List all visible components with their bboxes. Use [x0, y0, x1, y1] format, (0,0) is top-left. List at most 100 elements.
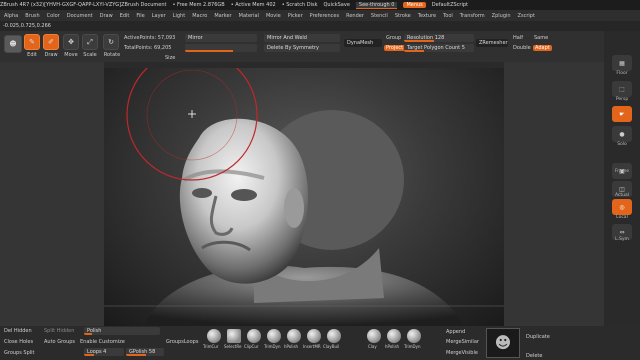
edit-label: Edit	[27, 52, 37, 58]
hpolish2-brush-icon[interactable]	[387, 329, 401, 343]
menu-draw[interactable]: Draw	[100, 13, 113, 19]
solo-label: Solo	[617, 142, 627, 147]
duplicate-button[interactable]: Duplicate	[526, 334, 550, 340]
local-icon: ◎	[619, 203, 625, 211]
menus-button[interactable]: Menus	[403, 2, 426, 8]
menu-layer[interactable]: Layer	[152, 13, 166, 19]
groups-split-button[interactable]: Groups Split	[4, 350, 35, 356]
solo-button[interactable]: ●	[612, 126, 632, 142]
menu-alpha[interactable]: Alpha	[4, 13, 18, 19]
dynamesh-button[interactable]: DynaMesh	[344, 39, 382, 47]
insertmesh-brush-icon[interactable]	[307, 329, 321, 343]
polish-slider[interactable]: Polish	[84, 327, 160, 335]
del-hidden-button[interactable]: Del Hidden	[4, 328, 32, 334]
split-hidden-button[interactable]: Split Hidden	[44, 328, 74, 334]
edit-icon: ✎	[29, 38, 35, 46]
double-button[interactable]: Double	[513, 45, 531, 51]
zremesher-button[interactable]: ZRemesher	[476, 39, 508, 47]
local-button[interactable]: ◎	[612, 199, 632, 215]
delete-by-symmetry-button[interactable]: Delete By Symmetry	[264, 44, 340, 52]
clipcurve-brush-icon[interactable]	[247, 329, 261, 343]
half-button[interactable]: Half	[513, 35, 523, 41]
menu-tool[interactable]: Tool	[443, 13, 453, 19]
trimdynamic-brush-icon[interactable]	[267, 329, 281, 343]
edit-button[interactable]: ✎	[24, 34, 40, 50]
claybuildup-brush-icon[interactable]	[327, 329, 341, 343]
menu-stroke[interactable]: Stroke	[395, 13, 411, 19]
bottom-shelf: Del Hidden Split Hidden Polish Close Hol…	[0, 326, 640, 360]
left-shelf	[0, 62, 104, 326]
menu-picker[interactable]: Picker	[288, 13, 303, 19]
resolution-slider[interactable]: Resolution 128	[404, 34, 474, 42]
right-shelf	[504, 62, 604, 326]
move-button[interactable]: ✥	[63, 34, 79, 50]
menu-render[interactable]: Render	[346, 13, 364, 19]
menu-preferences[interactable]: Preferences	[310, 13, 339, 19]
trimcurve-brush-icon[interactable]	[207, 329, 221, 343]
scale-button[interactable]: ⤢	[82, 34, 98, 50]
brush-label-trimcur: TrimCur	[203, 344, 219, 349]
brush-label-selectre: SelectRe	[224, 344, 242, 349]
same-button[interactable]: Same	[534, 35, 548, 41]
brush-label-clipcur: ClipCur	[244, 344, 259, 349]
mirror-label: Mirror	[188, 35, 203, 41]
bust-ear	[284, 188, 304, 228]
enable-customize-button[interactable]: Enable Customize	[80, 339, 125, 345]
group-toggle[interactable]: Group	[386, 35, 401, 41]
menu-macro[interactable]: Macro	[192, 13, 207, 19]
mirror-and-weld-button[interactable]: Mirror And Weld	[264, 34, 340, 42]
draw-pointer-button[interactable]: ☛	[612, 106, 632, 122]
menu-zplugin[interactable]: Zplugin	[492, 13, 511, 19]
selectrect-brush-icon[interactable]	[227, 329, 241, 343]
target-polygon-slider[interactable]: Target Polygon Count 5	[404, 44, 474, 52]
brush-label-clay: Clay	[368, 344, 377, 349]
menu-file[interactable]: File	[136, 13, 144, 19]
scale-icon: ⤢	[87, 37, 93, 46]
menu-material[interactable]: Material	[239, 13, 259, 19]
trimdynamic2-brush-icon[interactable]	[407, 329, 421, 343]
scratch-disk: • Scratch Disk	[281, 2, 318, 8]
merge-similar-button[interactable]: MergeSimilar	[446, 339, 479, 345]
rotate-button[interactable]: ↻	[103, 34, 119, 50]
adapt-button[interactable]: Adapt	[533, 45, 552, 51]
brush-size-slider[interactable]	[185, 44, 257, 52]
menu-marker[interactable]: Marker	[214, 13, 231, 19]
menu-edit[interactable]: Edit	[120, 13, 130, 19]
clay-brush-icon[interactable]	[367, 329, 381, 343]
move-label: Move	[64, 52, 78, 58]
menu-transform[interactable]: Transform	[460, 13, 485, 19]
see-through-slider[interactable]: See-through 0	[355, 1, 398, 9]
auto-groups-button[interactable]: Auto Groups	[44, 339, 75, 345]
persp-icon: ⬚	[619, 85, 625, 93]
project-toggle[interactable]: Project	[384, 45, 406, 51]
menu-color[interactable]: Color	[47, 13, 60, 19]
menu-movie[interactable]: Movie	[266, 13, 281, 19]
viewport-canvas[interactable]	[104, 68, 504, 326]
top-shelf: ☻ ✎ Edit ✐ Draw ✥ Move ⤢ Scale ↻ Rotate …	[0, 31, 640, 62]
grouploops-button[interactable]: GroupsLoops	[166, 339, 198, 345]
hpolish-brush-icon[interactable]	[287, 329, 301, 343]
floor-button[interactable]: ▦	[612, 55, 632, 71]
quicksave-button[interactable]: QuickSave	[323, 2, 349, 8]
menu-stencil[interactable]: Stencil	[371, 13, 388, 19]
menu-brush[interactable]: Brush	[25, 13, 39, 19]
gpolish-slider[interactable]: GPolish 58	[126, 348, 164, 356]
loops-slider[interactable]: Loops 4	[84, 348, 124, 356]
menu-zscript[interactable]: Zscript	[518, 13, 535, 19]
subtool-thumbnail[interactable]: ☻	[486, 328, 520, 358]
delete-button[interactable]: Delete	[526, 353, 542, 359]
mirror-button[interactable]: Mirror	[185, 34, 257, 42]
close-holes-button[interactable]: Close Holes	[4, 339, 33, 345]
menu-texture[interactable]: Texture	[418, 13, 436, 19]
merge-visible-button[interactable]: MergeVisible	[446, 350, 478, 356]
default-zscript[interactable]: DefaultZScript	[432, 2, 468, 8]
menu-light[interactable]: Light	[173, 13, 185, 19]
menu-document[interactable]: Document	[67, 13, 93, 19]
tool-thumbnail[interactable]: ☻	[4, 35, 22, 53]
actual-icon: ◫	[619, 185, 625, 193]
draw-button[interactable]: ✐	[43, 34, 59, 50]
persp-button[interactable]: ⬚	[612, 81, 632, 97]
append-button[interactable]: Append	[446, 329, 465, 335]
brush-label-hpolish2: hPolish	[385, 344, 400, 349]
polish-fill	[84, 333, 92, 335]
